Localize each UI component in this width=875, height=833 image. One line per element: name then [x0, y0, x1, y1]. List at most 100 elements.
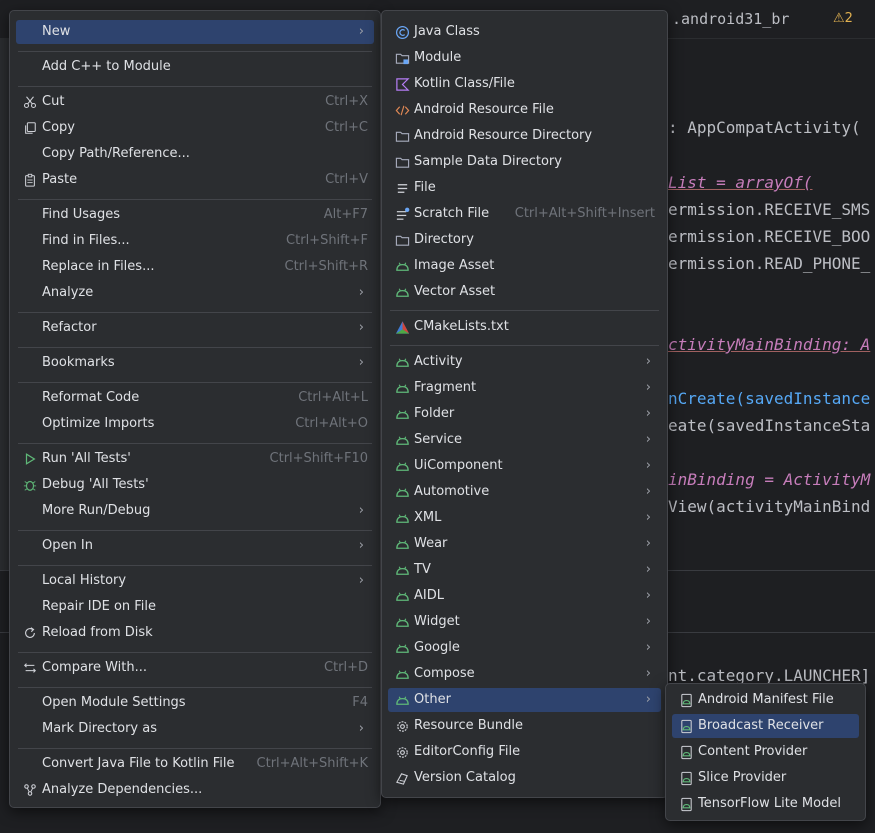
- menu-item-find-usages[interactable]: Find Usages Alt+F7: [16, 203, 374, 227]
- android-icon: [394, 562, 410, 578]
- menu-item-refactor[interactable]: Refactor ›: [16, 316, 374, 340]
- menu-item-java-class[interactable]: Java Class: [388, 20, 661, 44]
- scratch-file-icon: [394, 206, 410, 222]
- menu-item-content-provider[interactable]: Content Provider: [672, 740, 859, 764]
- chevron-right-icon: ›: [645, 432, 651, 447]
- chevron-right-icon: ›: [645, 614, 651, 629]
- menu-item-label: Fragment: [414, 380, 477, 395]
- project-context-menu: New › Add C++ to Module Cut Ctrl+X Copy …: [9, 10, 381, 808]
- module-icon: [394, 50, 410, 66]
- menu-item-copy[interactable]: Copy Ctrl+C: [16, 116, 374, 140]
- menu-item-other[interactable]: Other ›: [388, 688, 661, 712]
- menu-item-android-resource-directory[interactable]: Android Resource Directory: [388, 124, 661, 148]
- menu-item-editorconfig-file[interactable]: EditorConfig File: [388, 740, 661, 764]
- menu-item-optimize-imports[interactable]: Optimize Imports Ctrl+Alt+O: [16, 412, 374, 436]
- menu-item-vector-asset[interactable]: Vector Asset: [388, 280, 661, 304]
- menu-item-repair-ide[interactable]: Repair IDE on File: [16, 595, 374, 619]
- menu-item-file[interactable]: File: [388, 176, 661, 200]
- menu-item-new[interactable]: New ›: [16, 20, 374, 44]
- menu-item-cut[interactable]: Cut Ctrl+X: [16, 90, 374, 114]
- android-icon: [394, 614, 410, 630]
- menu-item-activity[interactable]: Activity ›: [388, 350, 661, 374]
- shortcut-label: Ctrl+Shift+F10: [269, 451, 368, 466]
- chevron-right-icon: ›: [645, 640, 651, 655]
- menu-item-android-manifest-file[interactable]: Android Manifest File: [672, 688, 859, 712]
- menu-item-local-history[interactable]: Local History ›: [16, 569, 374, 593]
- menu-item-resource-bundle[interactable]: Resource Bundle: [388, 714, 661, 738]
- menu-item-convert-java-to-kotlin[interactable]: Convert Java File to Kotlin File Ctrl+Al…: [16, 752, 374, 776]
- kotlin-icon: [394, 76, 410, 92]
- dependencies-icon: [22, 782, 38, 798]
- menu-item-compose[interactable]: Compose ›: [388, 662, 661, 686]
- editor-tab-title[interactable]: .android31_br: [672, 10, 789, 28]
- menu-item-version-catalog[interactable]: Version Catalog: [388, 766, 661, 790]
- menu-item-folder[interactable]: Folder ›: [388, 402, 661, 426]
- menu-item-fragment[interactable]: Fragment ›: [388, 376, 661, 400]
- menu-item-sample-data-directory[interactable]: Sample Data Directory: [388, 150, 661, 174]
- scissors-icon: [22, 94, 38, 110]
- menu-item-more-run-debug[interactable]: More Run/Debug ›: [16, 499, 374, 523]
- menu-item-automotive[interactable]: Automotive ›: [388, 480, 661, 504]
- menu-item-label: Find Usages: [42, 207, 121, 222]
- menu-item-run-all-tests[interactable]: Run 'All Tests' Ctrl+Shift+F10: [16, 447, 374, 471]
- menu-item-wear[interactable]: Wear ›: [388, 532, 661, 556]
- menu-item-reload-from-disk[interactable]: Reload from Disk: [16, 621, 374, 645]
- menu-item-cmakelists[interactable]: CMakeLists.txt: [388, 315, 661, 339]
- menu-item-analyze[interactable]: Analyze ›: [16, 281, 374, 305]
- menu-item-service[interactable]: Service ›: [388, 428, 661, 452]
- menu-item-copy-path[interactable]: Copy Path/Reference...: [16, 142, 374, 166]
- menu-item-replace-in-files[interactable]: Replace in Files... Ctrl+Shift+R: [16, 255, 374, 279]
- menu-item-bookmarks[interactable]: Bookmarks ›: [16, 351, 374, 375]
- menu-item-aidl[interactable]: AIDL ›: [388, 584, 661, 608]
- warning-count[interactable]: ⚠2: [833, 11, 853, 26]
- code-line: : AppCompatActivity(: [668, 118, 861, 137]
- menu-item-open-module-settings[interactable]: Open Module Settings F4: [16, 691, 374, 715]
- menu-item-label: Analyze: [42, 285, 94, 300]
- menu-item-label: Scratch File: [414, 206, 490, 221]
- clipboard-icon: [22, 172, 38, 188]
- code-line: ermission.RECEIVE_SMS: [668, 200, 871, 219]
- cmake-icon: [394, 319, 410, 335]
- menu-item-module[interactable]: Module: [388, 46, 661, 70]
- menu-item-tensorflow-lite-model[interactable]: TensorFlow Lite Model: [672, 792, 859, 816]
- menu-item-open-in[interactable]: Open In ›: [16, 534, 374, 558]
- menu-item-label: Compose: [414, 666, 475, 681]
- shortcut-label: Ctrl+Alt+L: [298, 390, 368, 405]
- menu-item-uicomponent[interactable]: UiComponent ›: [388, 454, 661, 478]
- menu-item-slice-provider[interactable]: Slice Provider: [672, 766, 859, 790]
- android-icon: [394, 666, 410, 682]
- menu-item-kotlin-class[interactable]: Kotlin Class/File: [388, 72, 661, 96]
- menu-item-google[interactable]: Google ›: [388, 636, 661, 660]
- folder-icon: [394, 128, 410, 144]
- android-icon: [394, 380, 410, 396]
- menu-item-reformat-code[interactable]: Reformat Code Ctrl+Alt+L: [16, 386, 374, 410]
- menu-item-debug-all-tests[interactable]: Debug 'All Tests': [16, 473, 374, 497]
- menu-item-add-cpp-to-module[interactable]: Add C++ to Module: [16, 55, 374, 79]
- menu-item-directory[interactable]: Directory: [388, 228, 661, 252]
- code-line: eate(savedInstanceSta: [668, 416, 871, 435]
- chevron-right-icon: ›: [358, 503, 364, 518]
- menu-item-android-resource-file[interactable]: Android Resource File: [388, 98, 661, 122]
- android-icon: [394, 484, 410, 500]
- menu-item-paste[interactable]: Paste Ctrl+V: [16, 168, 374, 192]
- menu-item-widget[interactable]: Widget ›: [388, 610, 661, 634]
- menu-item-xml[interactable]: XML ›: [388, 506, 661, 530]
- menu-item-image-asset[interactable]: Image Asset: [388, 254, 661, 278]
- menu-item-label: Google: [414, 640, 460, 655]
- menu-separator: [18, 86, 372, 87]
- gear-icon: [394, 718, 410, 734]
- menu-item-mark-directory-as[interactable]: Mark Directory as ›: [16, 717, 374, 741]
- menu-item-find-in-files[interactable]: Find in Files... Ctrl+Shift+F: [16, 229, 374, 253]
- menu-item-compare-with[interactable]: Compare With... Ctrl+D: [16, 656, 374, 680]
- code-line: ermission.READ_PHONE_: [668, 254, 871, 273]
- menu-item-analyze-dependencies[interactable]: Analyze Dependencies...: [16, 778, 374, 802]
- menu-item-scratch-file[interactable]: Scratch File Ctrl+Alt+Shift+Insert: [388, 202, 661, 226]
- menu-item-label: TensorFlow Lite Model: [698, 796, 841, 811]
- menu-item-tv[interactable]: TV ›: [388, 558, 661, 582]
- menu-item-broadcast-receiver[interactable]: Broadcast Receiver: [672, 714, 859, 738]
- chevron-right-icon: ›: [645, 380, 651, 395]
- menu-item-label: Reload from Disk: [42, 625, 153, 640]
- chevron-right-icon: ›: [645, 666, 651, 681]
- menu-item-label: Content Provider: [698, 744, 808, 759]
- other-submenu: Android Manifest File Broadcast Receiver…: [665, 683, 866, 821]
